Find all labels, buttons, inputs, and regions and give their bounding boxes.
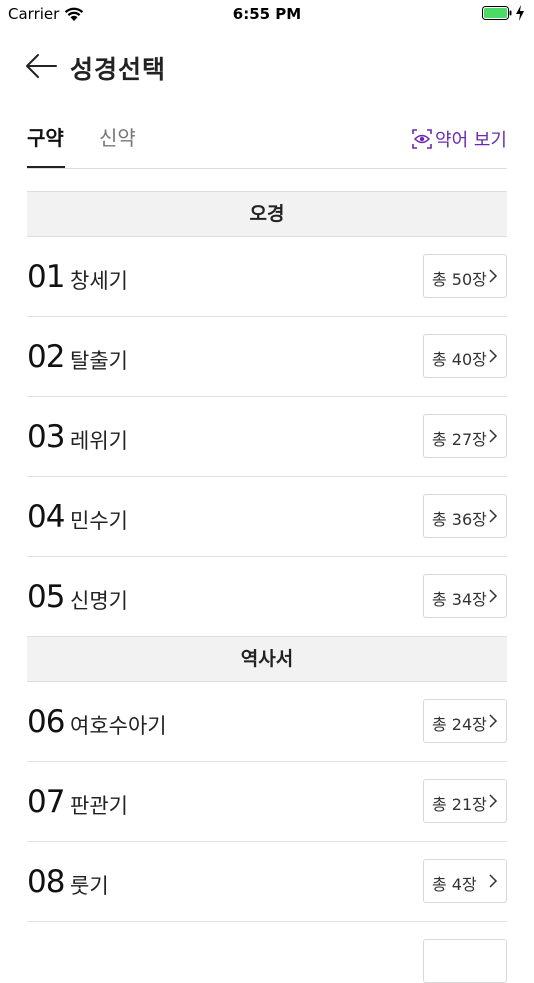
page-title: 성경선택 [70, 55, 167, 84]
chevron-right-icon [489, 269, 498, 283]
book-number: 03 [27, 419, 65, 455]
battery-icon [482, 6, 512, 20]
book-row[interactable]: 06 여호수아기 총 24장 [27, 682, 507, 762]
section-header-history: 역사서 [27, 636, 507, 682]
chevron-right-icon [489, 509, 498, 523]
book-number: 07 [27, 784, 65, 820]
book-number: 01 [27, 259, 65, 295]
book-row[interactable]: 03 레위기 총 27장 [27, 397, 507, 477]
book-name: 민수기 [70, 509, 128, 533]
chapter-count-button[interactable]: 총 34장 [423, 574, 507, 618]
book-row[interactable]: 07 판관기 총 21장 [27, 762, 507, 842]
chapter-count-button[interactable]: 총 27장 [423, 414, 507, 458]
book-name: 여호수아기 [70, 714, 167, 738]
chapter-count-button[interactable]: 총 50장 [423, 254, 507, 298]
chapter-count-label: 총 27장 [432, 430, 487, 449]
arrow-left-icon[interactable] [24, 50, 60, 82]
book-name: 판관기 [70, 794, 128, 818]
chapter-count-label: 총 36장 [432, 510, 487, 529]
status-time: 6:55 PM [232, 5, 302, 23]
testament-tabs: 구약 신약 약어 보기 [27, 114, 507, 169]
book-name: 레위기 [70, 429, 128, 453]
chevron-right-icon [489, 349, 498, 363]
chapter-count-button[interactable]: 총 4장 [423, 859, 507, 903]
abbreviation-button[interactable]: 약어 보기 [412, 126, 507, 152]
tab-old-testament[interactable]: 구약 [27, 122, 65, 168]
book-number: 02 [27, 339, 65, 375]
chevron-right-icon [489, 714, 498, 728]
chapter-count-label: 총 40장 [432, 350, 487, 369]
charging-bolt-icon [516, 5, 524, 21]
chapter-count-button[interactable]: 총 40장 [423, 334, 507, 378]
eye-scan-icon [412, 129, 432, 149]
tab-new-testament[interactable]: 신약 [99, 122, 136, 151]
status-bar: Carrier 6:55 PM [0, 0, 534, 28]
chapter-count-label: 총 4장 [432, 875, 477, 894]
abbreviation-label: 약어 보기 [435, 130, 507, 151]
chapter-count-label: 총 24장 [432, 715, 487, 734]
book-number: 04 [27, 499, 65, 535]
chapter-count-button[interactable]: 총 24장 [423, 699, 507, 743]
book-row[interactable]: 08 룻기 총 4장 [27, 842, 507, 922]
book-number: 08 [27, 864, 65, 900]
book-row[interactable]: 01 창세기 총 50장 [27, 237, 507, 317]
book-number: 05 [27, 579, 65, 615]
chapter-count-button[interactable] [423, 939, 507, 983]
chevron-right-icon [489, 589, 498, 603]
book-name: 신명기 [70, 589, 128, 613]
header: 성경선택 [0, 44, 534, 90]
chapter-count-button[interactable]: 총 21장 [423, 779, 507, 823]
book-name: 창세기 [70, 269, 128, 293]
book-row[interactable]: 02 탈출기 총 40장 [27, 317, 507, 397]
chapter-count-label: 총 21장 [432, 795, 487, 814]
chevron-right-icon [489, 874, 498, 888]
chapter-count-label: 총 50장 [432, 270, 487, 289]
section-header-pentateuch: 오경 [27, 191, 507, 237]
chapter-count-button[interactable]: 총 36장 [423, 494, 507, 538]
book-name: 탈출기 [70, 349, 128, 373]
book-list: 오경 01 창세기 총 50장 02 탈출기 총 40장 03 레위기 총 27… [27, 191, 507, 983]
book-name: 룻기 [70, 874, 109, 898]
chevron-right-icon [489, 429, 498, 443]
book-row-partial[interactable] [27, 922, 507, 983]
chevron-right-icon [489, 794, 498, 808]
book-number: 06 [27, 704, 65, 740]
chapter-count-label: 총 34장 [432, 590, 487, 609]
book-row[interactable]: 04 민수기 총 36장 [27, 477, 507, 557]
book-row[interactable]: 05 신명기 총 34장 [27, 557, 507, 636]
